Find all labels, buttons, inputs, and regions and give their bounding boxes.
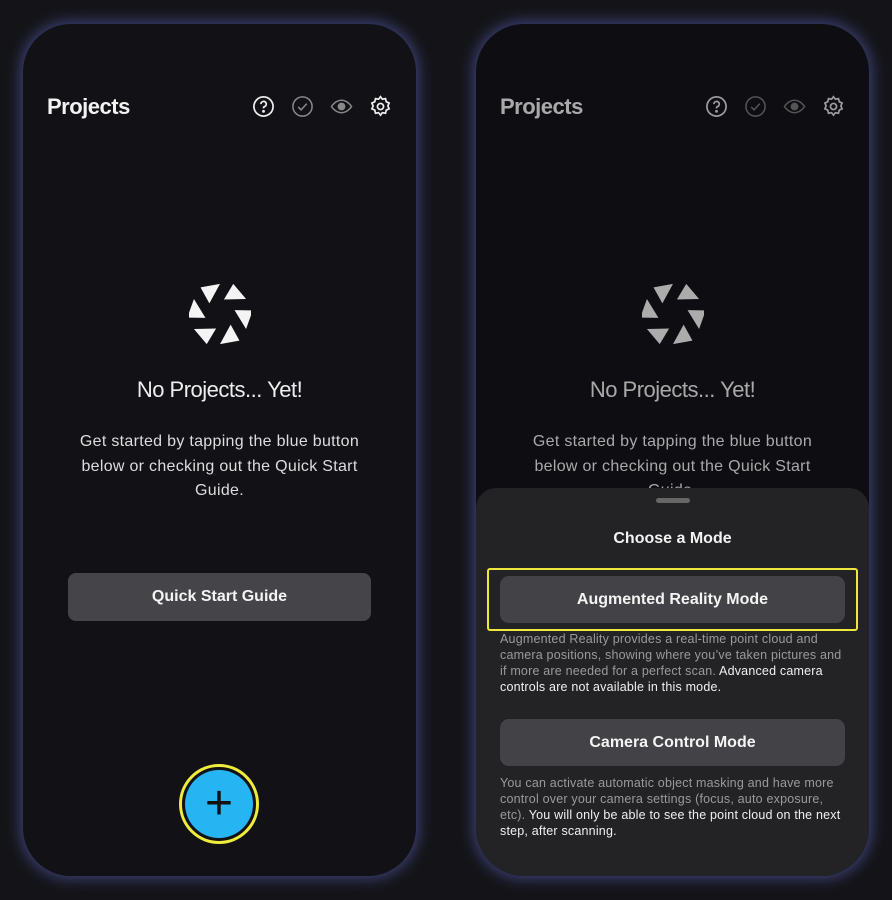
check-circle-icon[interactable]	[291, 95, 314, 118]
sheet-drag-handle[interactable]	[655, 498, 690, 503]
aperture-logo-icon	[188, 282, 251, 346]
sheet-title: Choose a Mode	[613, 530, 732, 547]
choose-mode-sheet: Choose a Mode Augmented Reality Mode Aug…	[476, 488, 869, 876]
empty-state-text: Get started by tapping the blue button b…	[79, 433, 360, 499]
quick-start-guide-button[interactable]: Quick Start Guide	[68, 573, 371, 621]
augmented-reality-mode-button[interactable]: Augmented Reality Mode	[500, 576, 845, 623]
phone-screen-projects: Projects No Projects... Yet! Get started…	[23, 24, 416, 876]
empty-state-heading: No Projects... Yet!	[136, 377, 303, 402]
ar-mode-description: Augmented Reality provides a real-time p…	[500, 631, 845, 695]
camera-desc-note: You will only be able to see the point c…	[500, 808, 841, 838]
gear-icon[interactable]	[369, 95, 392, 118]
eye-icon[interactable]	[330, 95, 353, 118]
plus-icon: +	[185, 770, 253, 838]
page-title: Projects	[47, 94, 130, 119]
help-circle-icon[interactable]	[252, 95, 275, 118]
camera-control-mode-button[interactable]: Camera Control Mode	[500, 719, 845, 766]
phone-screen-choose-mode: Projects No Projects... Yet! Get started…	[476, 24, 869, 876]
camera-mode-description: You can activate automatic object maskin…	[500, 775, 845, 839]
add-project-button[interactable]: +	[179, 764, 259, 844]
